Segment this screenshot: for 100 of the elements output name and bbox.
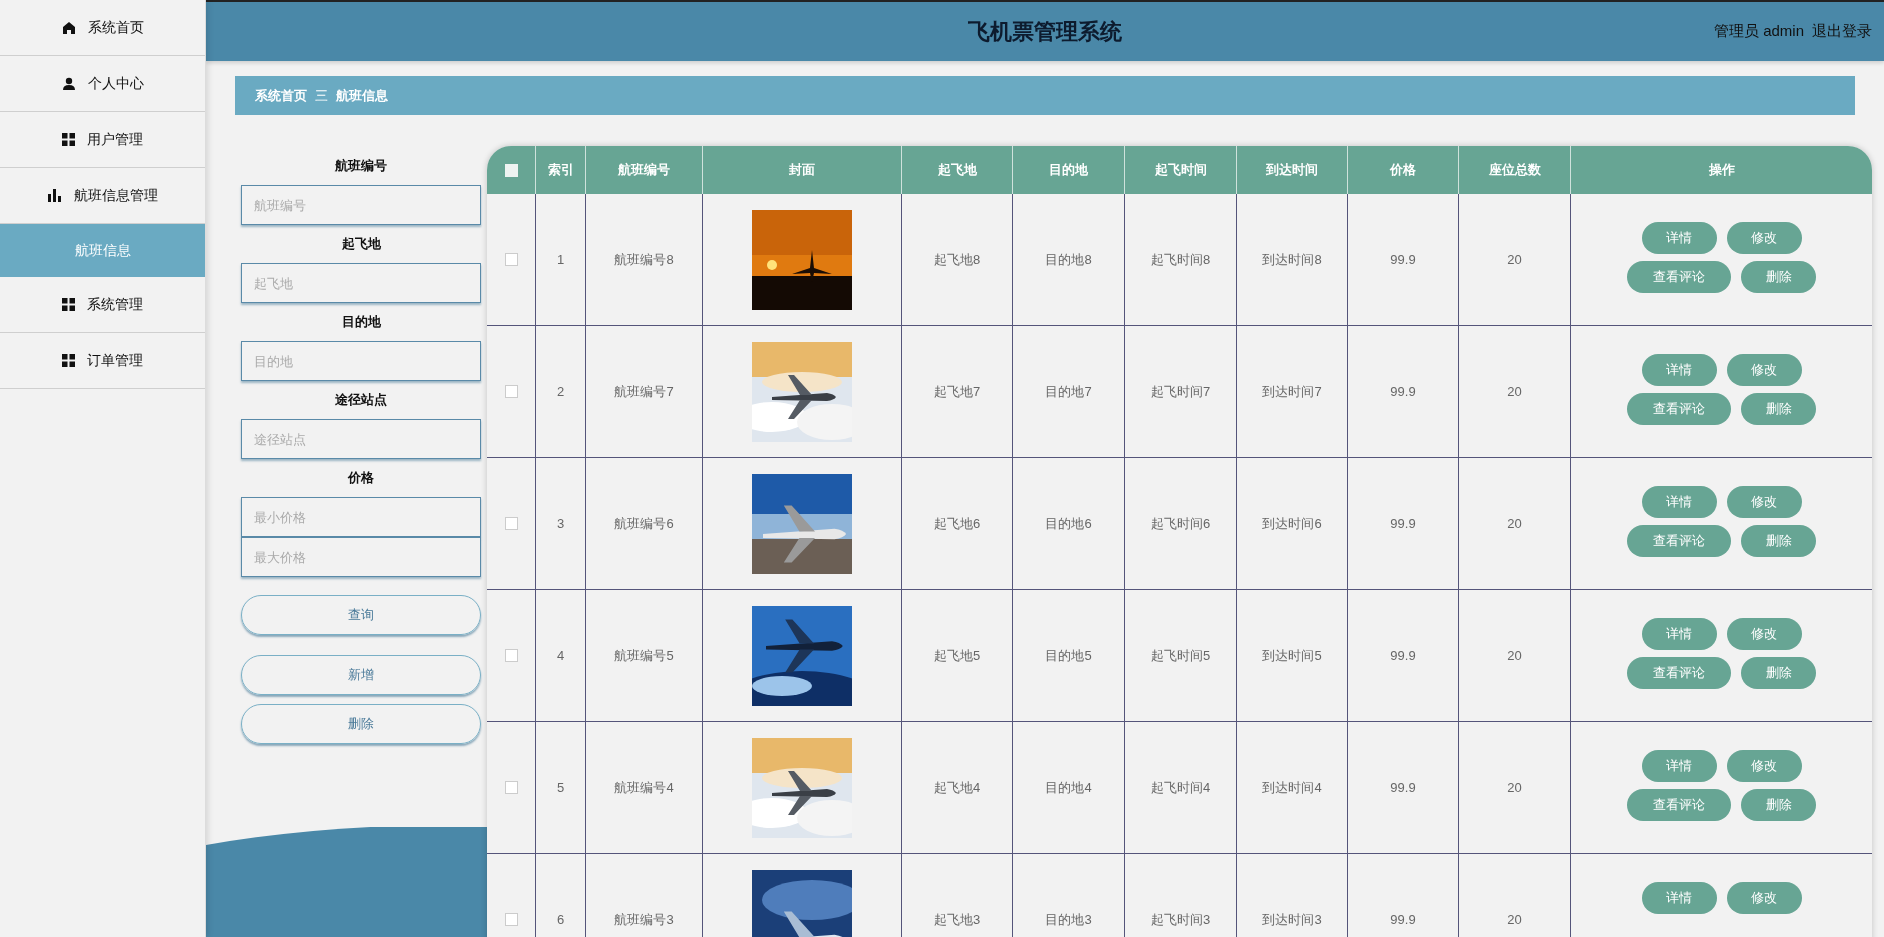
sidebar-item[interactable]: 用户管理 bbox=[0, 112, 205, 168]
grid-icon bbox=[62, 298, 75, 311]
table-cell-text: 航班编号7 bbox=[614, 382, 674, 401]
sidebar-item[interactable]: 个人中心 bbox=[0, 56, 205, 112]
sidebar-item[interactable]: 系统首页 bbox=[0, 0, 205, 56]
table-cell-text: 20 bbox=[1507, 514, 1522, 533]
search-field[interactable]: 最小价格 bbox=[241, 497, 481, 537]
sidebar-item[interactable]: 系统管理 bbox=[0, 277, 205, 333]
table-cell-text: 1 bbox=[556, 250, 565, 269]
table-cell-text: 20 bbox=[1507, 250, 1522, 269]
action-button[interactable]: 删除 bbox=[1741, 393, 1816, 425]
app-title: 飞机票管理系统 bbox=[968, 18, 1122, 46]
action-button[interactable]: 删除 bbox=[1741, 261, 1816, 293]
row-checkbox[interactable] bbox=[504, 385, 518, 398]
table-cell-text: 起飞时间5 bbox=[1150, 646, 1211, 665]
table-cell-text: 99.9 bbox=[1390, 382, 1416, 401]
row-checkbox[interactable] bbox=[504, 913, 518, 926]
table-cell-text: 到达时间5 bbox=[1262, 646, 1322, 665]
action-button[interactable]: 删除 bbox=[1741, 657, 1816, 689]
column-header: 到达时间 bbox=[1237, 146, 1348, 194]
table-cell-text: 到达时间7 bbox=[1262, 382, 1322, 401]
table-cell-text: 4 bbox=[556, 646, 565, 665]
search-field[interactable]: 起飞地 bbox=[241, 263, 481, 303]
action-button[interactable]: 详情 bbox=[1641, 222, 1717, 254]
field-label: 价格 bbox=[346, 469, 375, 488]
logout-link[interactable]: 退出登录 bbox=[1812, 20, 1872, 43]
column-header: 索引 bbox=[536, 146, 586, 194]
table-cell-text: 起飞地8 bbox=[933, 250, 981, 269]
action-button[interactable]: 修改 bbox=[1726, 618, 1802, 650]
table-cell-text: 6 bbox=[556, 910, 565, 929]
column-header: 起飞时间 bbox=[1125, 146, 1237, 194]
field-label: 航班编号 bbox=[334, 157, 388, 176]
action-button[interactable]: 查看评论 bbox=[1627, 525, 1731, 557]
action-button[interactable]: 修改 bbox=[1726, 486, 1802, 518]
row-checkbox[interactable] bbox=[504, 517, 518, 530]
table-cell-text: 起飞时间7 bbox=[1150, 382, 1211, 401]
action-button[interactable]: 查看评论 bbox=[1627, 393, 1731, 425]
table-cell-text: 到达时间6 bbox=[1262, 514, 1322, 533]
action-button[interactable]: 详情 bbox=[1641, 354, 1717, 386]
table-cell-text: 起飞时间8 bbox=[1150, 250, 1211, 269]
column-header: 操作 bbox=[1707, 161, 1736, 180]
search-field[interactable]: 途径站点 bbox=[241, 419, 481, 459]
grid-icon bbox=[62, 354, 75, 367]
table-cell-text: 目的地5 bbox=[1045, 646, 1092, 665]
table-cell-text: 起飞地7 bbox=[933, 382, 981, 401]
action-button[interactable]: 删除 bbox=[1741, 525, 1816, 557]
table-cell-text: 起飞地6 bbox=[933, 514, 981, 533]
grid-icon bbox=[62, 133, 75, 146]
table-cell-text: 2 bbox=[556, 382, 565, 401]
sidebar-item[interactable]: 航班信息 bbox=[0, 224, 205, 277]
table-cell-text: 起飞地4 bbox=[933, 778, 981, 797]
table-cell-text: 99.9 bbox=[1390, 250, 1416, 269]
table-cell-text: 起飞地5 bbox=[933, 646, 981, 665]
action-button[interactable]: 详情 bbox=[1641, 750, 1717, 782]
action-button[interactable]: 修改 bbox=[1726, 222, 1802, 254]
field-label: 起飞地 bbox=[340, 235, 382, 254]
row-checkbox[interactable] bbox=[504, 253, 518, 266]
search-field[interactable]: 航班编号 bbox=[241, 185, 481, 225]
table-cell-text: 航班编号4 bbox=[614, 778, 674, 797]
row-checkbox[interactable] bbox=[504, 649, 518, 662]
table-cell-text: 航班编号8 bbox=[614, 250, 674, 269]
action-button[interactable]: 修改 bbox=[1726, 750, 1802, 782]
table-cell-text: 20 bbox=[1507, 910, 1522, 929]
table-cell-text: 起飞时间4 bbox=[1150, 778, 1211, 797]
action-button[interactable]: 查看评论 bbox=[1627, 789, 1731, 821]
action-button[interactable]: 修改 bbox=[1726, 882, 1802, 914]
breadcrumb-current: 航班信息 bbox=[336, 86, 388, 105]
sidebar-item[interactable]: 订单管理 bbox=[0, 333, 205, 389]
table-cell-text: 起飞时间3 bbox=[1150, 910, 1211, 929]
column-header: 航班编号 bbox=[586, 146, 703, 194]
field-label: 目的地 bbox=[340, 313, 382, 332]
table-cell-text: 到达时间8 bbox=[1262, 250, 1322, 269]
table-cell-text: 起飞时间6 bbox=[1150, 514, 1211, 533]
table-cell-text: 99.9 bbox=[1390, 646, 1416, 665]
table-cell-text: 5 bbox=[556, 778, 565, 797]
row-checkbox[interactable] bbox=[504, 781, 518, 794]
column-header: 起飞地 bbox=[902, 146, 1013, 194]
action-button[interactable]: 查看评论 bbox=[1627, 657, 1731, 689]
table-cell-text: 航班编号6 bbox=[614, 514, 674, 533]
field-label: 途径站点 bbox=[334, 391, 388, 410]
user-label: 管理员 admin bbox=[1713, 21, 1804, 42]
action-button[interactable]: 详情 bbox=[1641, 882, 1717, 914]
table-cell-text: 航班编号3 bbox=[614, 910, 674, 929]
action-button[interactable]: 删除 bbox=[1741, 789, 1816, 821]
table-cell-text: 99.9 bbox=[1390, 910, 1416, 929]
table-cell-text: 目的地3 bbox=[1045, 910, 1092, 929]
breadcrumb-link[interactable]: 系统首页 bbox=[255, 85, 307, 106]
search-field[interactable]: 最大价格 bbox=[241, 537, 481, 577]
column-header: 目的地 bbox=[1013, 146, 1125, 194]
select-all-checkbox[interactable] bbox=[504, 163, 518, 177]
column-header: 封面 bbox=[703, 146, 902, 194]
bar-chart-icon bbox=[47, 189, 62, 202]
action-button[interactable]: 查看评论 bbox=[1627, 261, 1731, 293]
action-button[interactable]: 修改 bbox=[1726, 354, 1802, 386]
search-field[interactable]: 目的地 bbox=[241, 341, 481, 381]
action-button[interactable]: 详情 bbox=[1641, 618, 1717, 650]
home-icon bbox=[61, 20, 76, 35]
table-cell-text: 20 bbox=[1507, 778, 1522, 797]
user-icon bbox=[61, 76, 76, 91]
action-button[interactable]: 详情 bbox=[1641, 486, 1717, 518]
